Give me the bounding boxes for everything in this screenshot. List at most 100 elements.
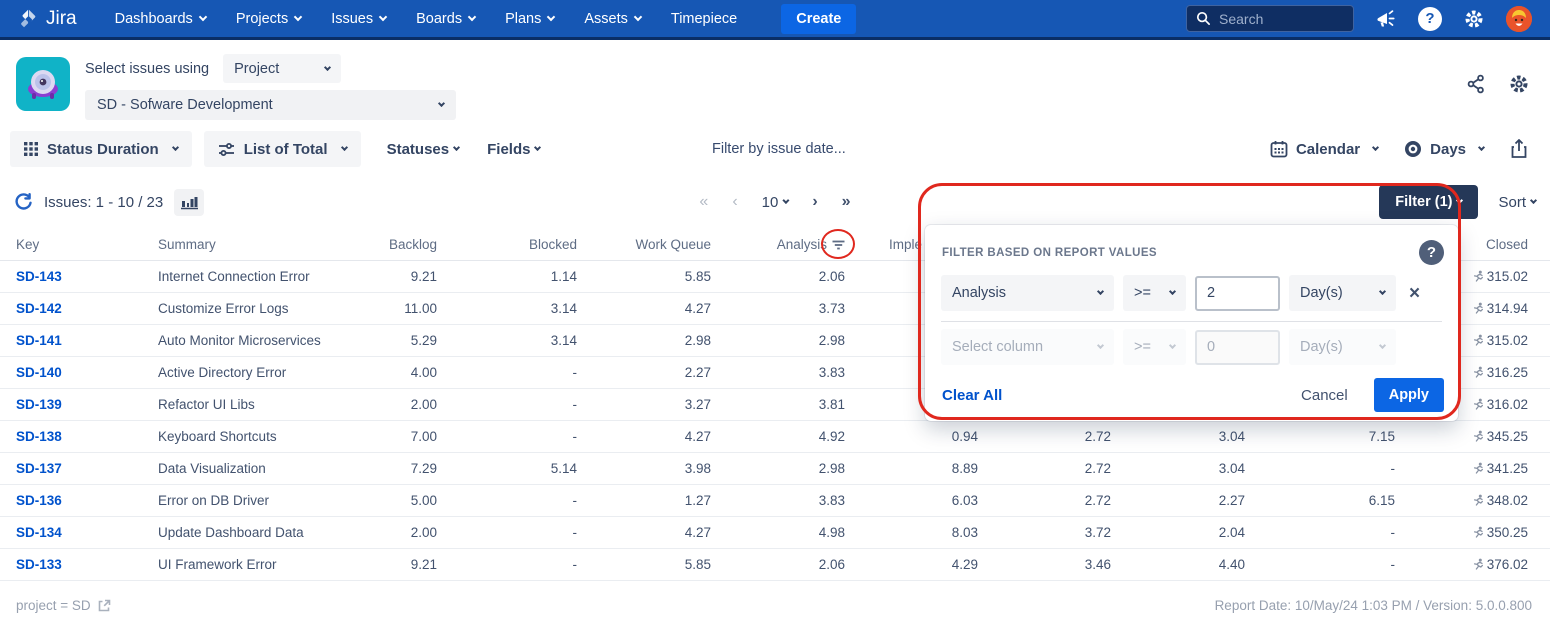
- chevron-down-icon: [1379, 342, 1386, 349]
- issue-summary: Update Dashboard Data: [158, 516, 303, 548]
- duration-value-cell: -: [437, 420, 577, 452]
- issue-key-link[interactable]: SD-133: [16, 557, 62, 572]
- filter-button[interactable]: Filter (1): [1379, 185, 1478, 219]
- nav-timepiece[interactable]: Timepiece: [671, 11, 737, 27]
- issue-key-link[interactable]: SD-141: [16, 333, 62, 348]
- filter-operator-select-empty[interactable]: >=: [1123, 329, 1186, 365]
- project-select[interactable]: SD - Sofware Development: [85, 90, 456, 120]
- filter-column-select[interactable]: Analysis: [941, 275, 1114, 311]
- search-input[interactable]: [1219, 11, 1344, 27]
- source-mode-select[interactable]: Project: [223, 54, 341, 83]
- duration-value-cell: 7.29: [303, 452, 437, 484]
- closed-value: 341.25: [1487, 461, 1528, 476]
- report-type-button[interactable]: Status Duration: [10, 131, 192, 167]
- issue-date-filter[interactable]: Filter by issue date...: [712, 141, 846, 157]
- nav-assets[interactable]: Assets: [584, 11, 641, 27]
- remove-filter-icon[interactable]: ×: [1409, 284, 1420, 303]
- col-header-summary[interactable]: Summary: [158, 230, 303, 260]
- filter-unit-select[interactable]: Day(s): [1289, 275, 1396, 311]
- duration-value-cell: 2.00: [303, 388, 437, 420]
- table-row: SD-138Keyboard Shortcuts7.00-4.274.920.9…: [0, 420, 1550, 452]
- chart-icon[interactable]: [174, 189, 204, 216]
- days-icon: [1404, 140, 1422, 158]
- jira-logo-text: Jira: [46, 8, 77, 30]
- sort-button[interactable]: Sort: [1498, 194, 1536, 211]
- filter-column-select-empty[interactable]: Select column: [941, 329, 1114, 365]
- nav-dashboards[interactable]: Dashboards: [115, 11, 206, 27]
- top-navbar: Jira Dashboards Projects Issues Boards P…: [0, 0, 1550, 40]
- prev-page-button[interactable]: ‹: [732, 193, 737, 211]
- export-icon[interactable]: [1510, 139, 1528, 159]
- col-header-blocked[interactable]: Blocked: [437, 230, 577, 260]
- calendar-button[interactable]: Calendar: [1270, 140, 1378, 158]
- table-row: SD-136Error on DB Driver5.00-1.273.836.0…: [0, 484, 1550, 516]
- filter-value-input-empty[interactable]: [1195, 330, 1280, 365]
- chevron-down-icon: [1169, 288, 1176, 295]
- last-page-button[interactable]: »: [842, 193, 851, 211]
- chevron-down-icon: [534, 144, 541, 151]
- apply-button[interactable]: Apply: [1374, 378, 1444, 412]
- issue-key-link[interactable]: SD-137: [16, 461, 62, 476]
- duration-value-cell: 4.27: [577, 292, 711, 324]
- time-unit-button[interactable]: Days: [1404, 140, 1484, 158]
- duration-value-cell: -: [437, 516, 577, 548]
- clear-all-link[interactable]: Clear All: [942, 387, 1002, 404]
- duration-value-cell: -: [437, 548, 577, 580]
- duration-value-cell: 3.14: [437, 292, 577, 324]
- issue-key-link[interactable]: SD-142: [16, 301, 62, 316]
- gear-icon[interactable]: [1508, 73, 1530, 95]
- search-box[interactable]: [1186, 5, 1354, 32]
- column-filter-icon[interactable]: [832, 239, 845, 251]
- nav-issues[interactable]: Issues: [331, 11, 386, 27]
- issue-key-link[interactable]: SD-143: [16, 269, 62, 284]
- cancel-button[interactable]: Cancel: [1301, 387, 1348, 404]
- filter-unit-select-empty[interactable]: Day(s): [1289, 329, 1396, 365]
- refresh-icon[interactable]: [14, 193, 33, 212]
- issue-summary: Refactor UI Libs: [158, 388, 303, 420]
- col-header-key[interactable]: Key: [0, 230, 158, 260]
- project-avatar-icon: [21, 62, 65, 106]
- table-row: SD-134Update Dashboard Data2.00-4.274.98…: [0, 516, 1550, 548]
- col-header-work-queue[interactable]: Work Queue: [577, 230, 711, 260]
- create-button[interactable]: Create: [781, 4, 856, 34]
- issue-key-link[interactable]: SD-140: [16, 365, 62, 380]
- jira-logo[interactable]: Jira: [18, 8, 77, 30]
- jql-link[interactable]: project = SD: [16, 598, 111, 613]
- runner-icon: [1471, 558, 1484, 571]
- duration-value-cell: 2.98: [711, 324, 845, 356]
- share-icon[interactable]: [1466, 74, 1486, 94]
- next-page-button[interactable]: ›: [812, 193, 817, 211]
- nav-projects[interactable]: Projects: [236, 11, 301, 27]
- help-icon[interactable]: ?: [1418, 7, 1442, 31]
- gear-icon[interactable]: [1463, 8, 1485, 30]
- first-page-button[interactable]: «: [699, 193, 708, 211]
- issue-key-link[interactable]: SD-134: [16, 525, 62, 540]
- duration-value-cell: 5.85: [577, 548, 711, 580]
- col-header-analysis[interactable]: Analysis: [711, 230, 845, 260]
- issue-key-link[interactable]: SD-138: [16, 429, 62, 444]
- duration-value-cell: 11.00: [303, 292, 437, 324]
- filter-value-input[interactable]: [1195, 276, 1280, 311]
- page-footer: project = SD Report Date: 10/May/24 1:03…: [16, 598, 1532, 613]
- fields-button[interactable]: Fields: [487, 141, 540, 158]
- chevron-down-icon: [468, 13, 476, 21]
- issue-key-link[interactable]: SD-136: [16, 493, 62, 508]
- filter-row-2: Select column >= Day(s): [941, 329, 1442, 365]
- col-header-backlog[interactable]: Backlog: [303, 230, 437, 260]
- issue-summary: Active Directory Error: [158, 356, 303, 388]
- filter-row-1: Analysis >= Day(s) ×: [941, 275, 1442, 311]
- nav-plans[interactable]: Plans: [505, 11, 554, 27]
- report-header: Select issues using Project SD - Sofware…: [0, 40, 1550, 132]
- avatar[interactable]: [1506, 6, 1532, 32]
- list-mode-button[interactable]: List of Total: [204, 131, 361, 167]
- statuses-button[interactable]: Statuses: [387, 141, 460, 158]
- issue-key-cell: SD-140: [0, 356, 158, 388]
- table-row: SD-133UI Framework Error9.21-5.852.064.2…: [0, 548, 1550, 580]
- page-size-select[interactable]: 10: [762, 194, 789, 211]
- issue-key-link[interactable]: SD-139: [16, 397, 62, 412]
- megaphone-icon[interactable]: [1375, 9, 1397, 29]
- help-icon[interactable]: ?: [1419, 240, 1444, 265]
- filter-operator-select[interactable]: >=: [1123, 275, 1186, 311]
- nav-boards[interactable]: Boards: [416, 11, 475, 27]
- duration-value-cell: 2.98: [577, 324, 711, 356]
